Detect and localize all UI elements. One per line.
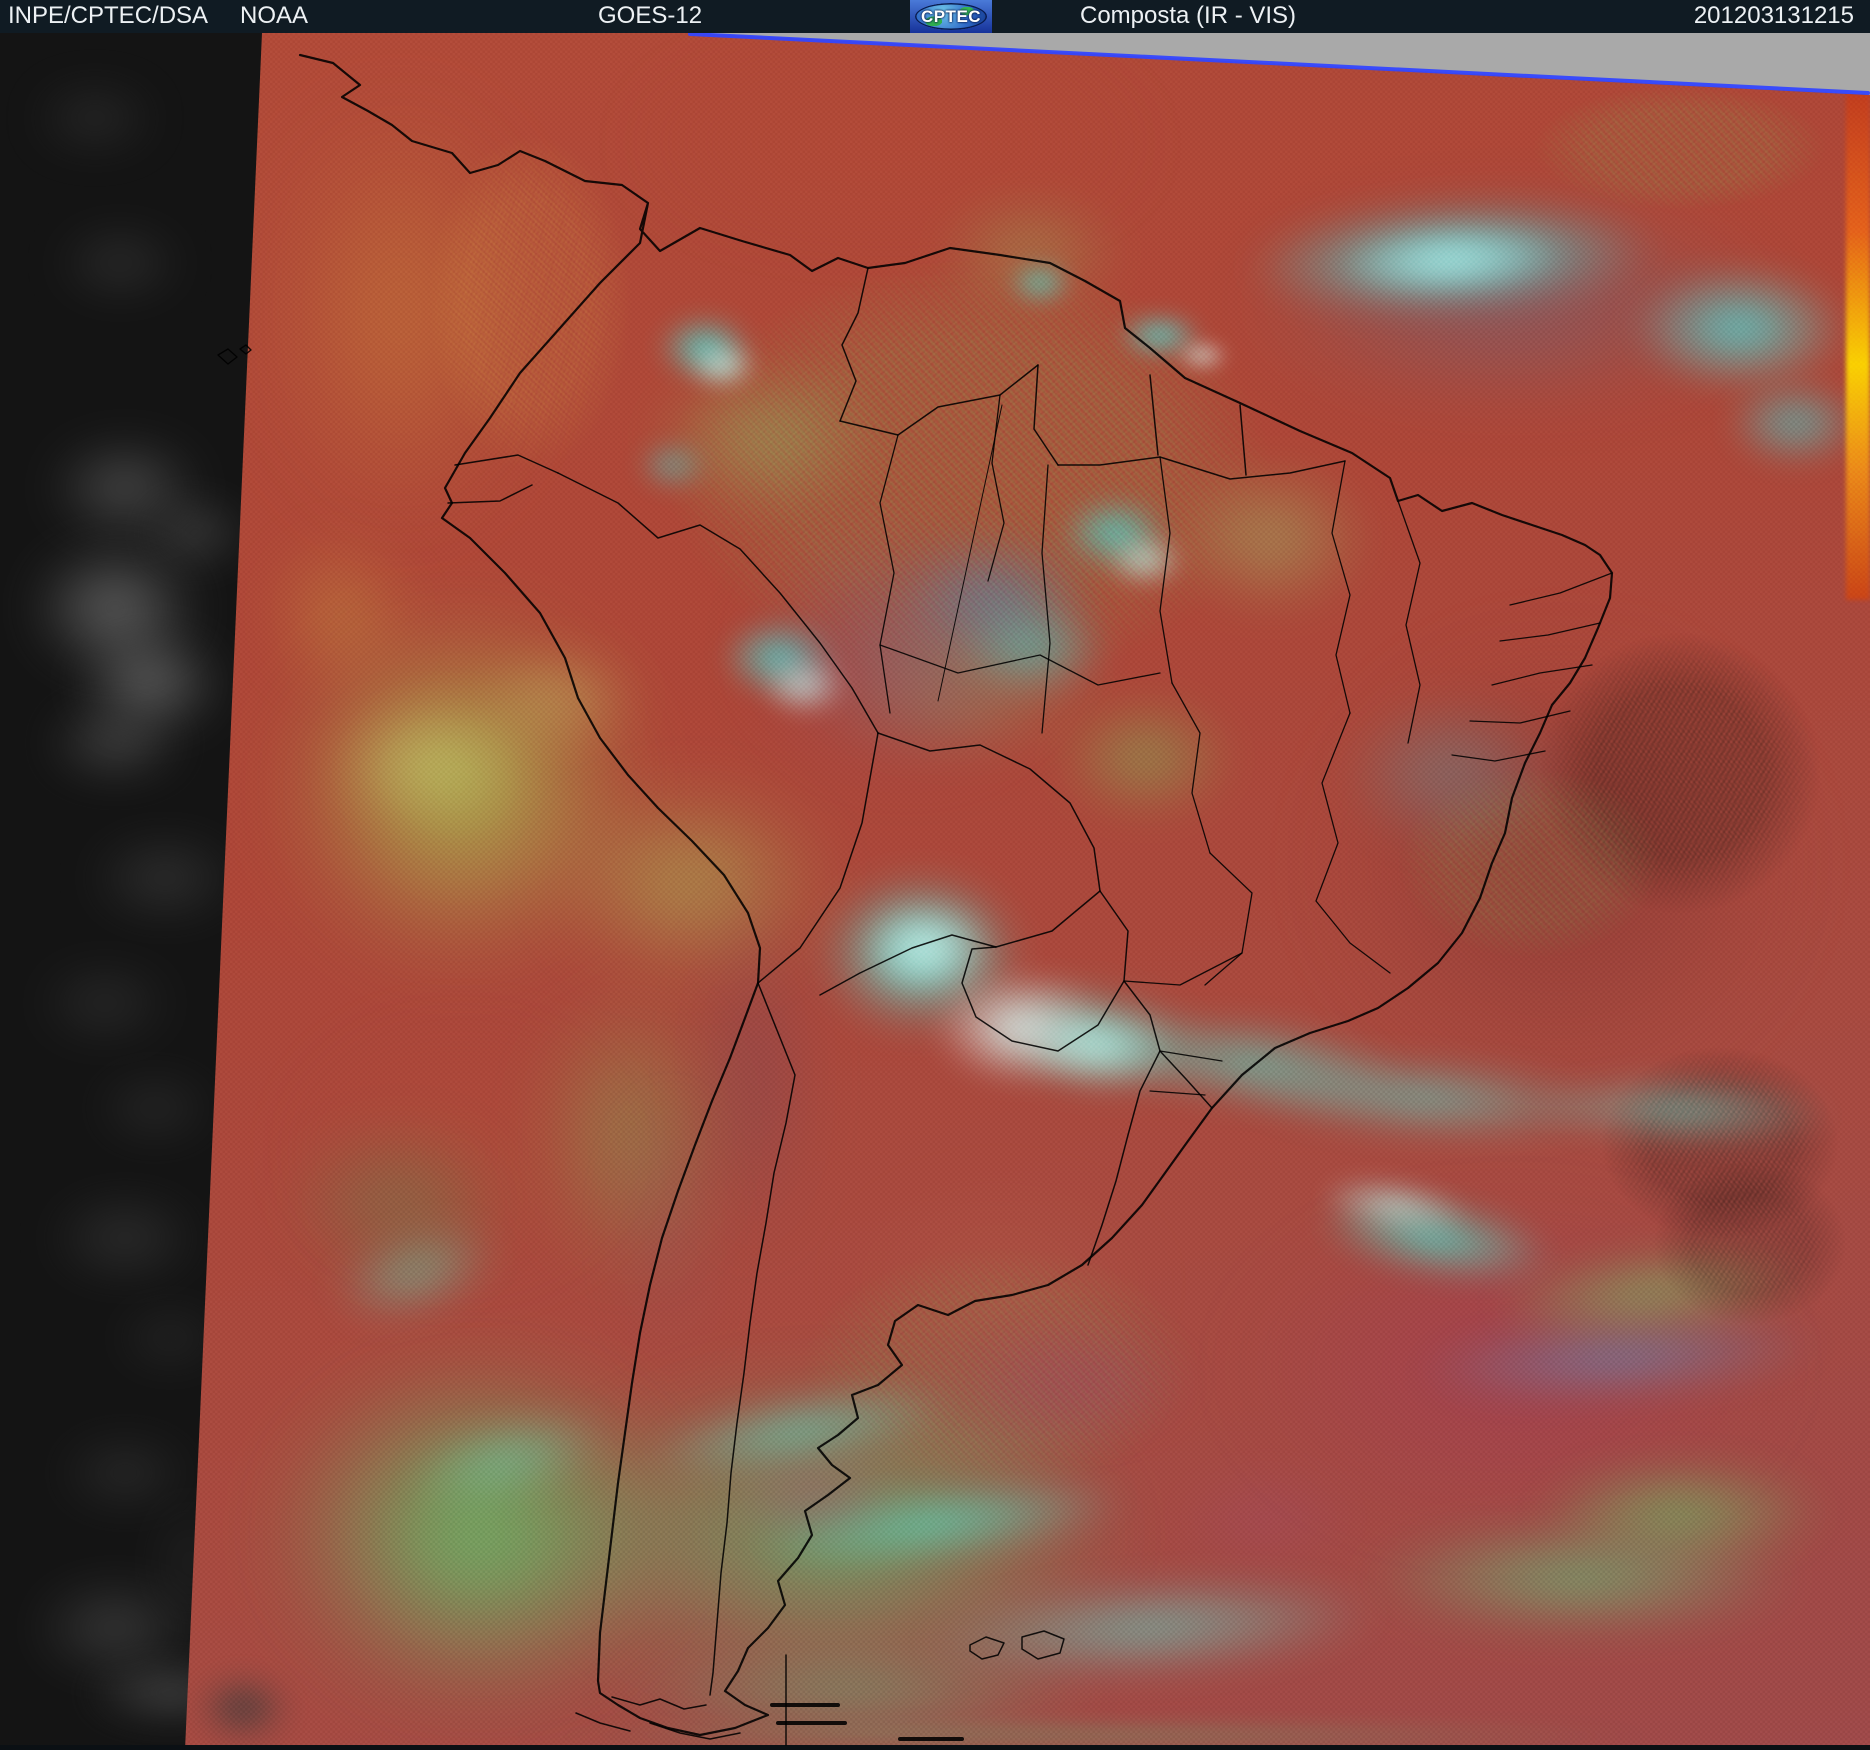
border-north <box>839 364 1039 436</box>
state-straight-line <box>937 404 1003 702</box>
state-piaui <box>1397 500 1421 744</box>
border-bolivia-south <box>819 890 1101 996</box>
border-brazil-uruguay <box>1159 1050 1213 1109</box>
timestamp-label: 201203131215 <box>1693 2 1854 29</box>
state-amazonas-w <box>879 434 899 714</box>
borders-svg <box>217 33 1870 1746</box>
state-amazonas-s <box>879 644 1161 686</box>
border-ven-guy <box>1033 364 1059 466</box>
border-sur-frg <box>1239 404 1247 476</box>
state-roraima <box>987 394 1005 582</box>
coastline <box>298 53 1614 1737</box>
state-tocantins <box>1171 682 1211 854</box>
border-ven-col <box>839 267 869 422</box>
state-goias-mg <box>1204 712 1391 986</box>
agency-label: NOAA <box>240 2 309 29</box>
border-col-ecu <box>454 454 559 474</box>
satellite-label: GOES-12 <box>598 2 703 29</box>
galapagos-islands <box>217 344 252 365</box>
falkland-islands <box>969 1630 1065 1660</box>
state-maranhao <box>1331 460 1351 714</box>
satellite-viewer: INPE/CPTEC/DSA NOAA GOES-12 CPTEC Compos… <box>0 0 1870 1750</box>
border-guy-sur <box>1149 374 1159 456</box>
institution-label: INPE/CPTEC/DSA <box>8 2 209 29</box>
scan-edge-blue-line <box>688 33 1870 95</box>
border-paraguay <box>961 890 1129 1052</box>
product-label: Composta (IR - VIS) <box>1080 2 1297 29</box>
cptec-logo: CPTEC <box>910 0 992 33</box>
satellite-map <box>0 33 1870 1750</box>
state-para-w <box>1041 464 1051 734</box>
border-guianas-brazil <box>1057 456 1346 480</box>
tdf-ice-bars <box>770 1703 964 1741</box>
header-bar: INPE/CPTEC/DSA NOAA GOES-12 CPTEC Compos… <box>0 0 1870 33</box>
cptec-logo-text: CPTEC <box>920 6 982 26</box>
state-para-e <box>1159 456 1173 684</box>
cptec-globe-icon: CPTEC <box>915 3 987 30</box>
border-bolivia-west <box>757 732 879 984</box>
border-chile-argentina <box>709 982 796 1696</box>
state-ne-fan <box>1451 572 1613 762</box>
border-ecu-peru <box>447 484 533 504</box>
border-peru-brazil <box>557 472 879 734</box>
state-south <box>1123 952 1243 1096</box>
border-brazil-bolivia <box>877 732 1101 892</box>
